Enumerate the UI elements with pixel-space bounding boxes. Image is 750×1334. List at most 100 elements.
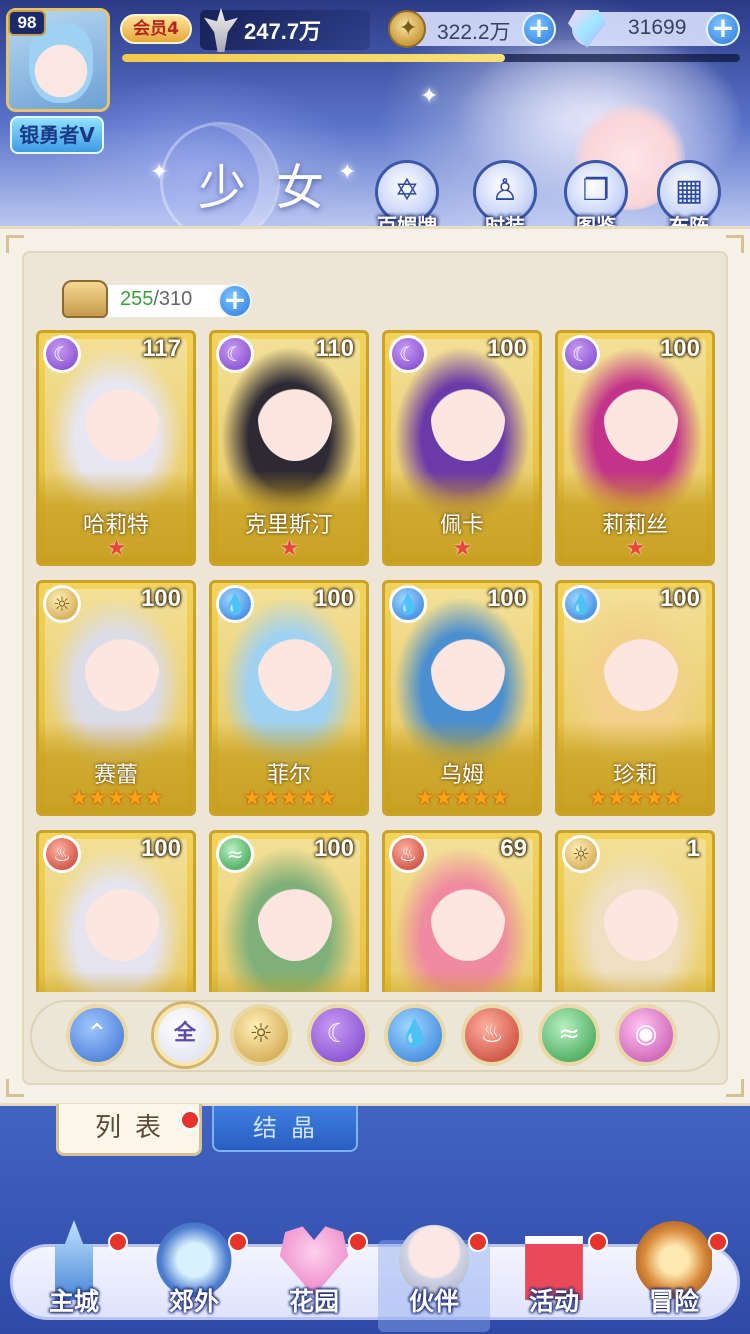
nav-item-partner[interactable]: 伙伴 bbox=[374, 1220, 494, 1332]
sun-element-icon: ☼ bbox=[43, 585, 81, 623]
partner-stars: ★★★★★ bbox=[242, 786, 337, 811]
partner-level: 100 bbox=[659, 335, 700, 362]
partner-stars: ★ bbox=[452, 536, 473, 561]
notification-dot bbox=[348, 1232, 368, 1252]
exp-bar-fill bbox=[122, 54, 506, 62]
nav-label: 花园 bbox=[288, 1287, 339, 1316]
expand-collection-button[interactable]: + bbox=[218, 284, 252, 318]
filter-wind-button[interactable]: ≈ bbox=[538, 1004, 600, 1066]
partner-face bbox=[85, 377, 159, 461]
partner-level: 1 bbox=[686, 835, 700, 862]
nav-label: 主城 bbox=[48, 1287, 99, 1316]
vip-badge[interactable]: 会员4 bbox=[120, 14, 192, 44]
partner-card[interactable]: ☾ 100 佩卡 ★ bbox=[382, 330, 542, 566]
partner-card[interactable]: ♨ 100 bbox=[36, 830, 196, 992]
player-level: 98 bbox=[8, 10, 46, 36]
card-name-band bbox=[212, 971, 366, 992]
partner-card[interactable]: ☼ 100 赛蕾 ★★★★★ bbox=[36, 580, 196, 816]
partner-face bbox=[431, 627, 505, 711]
partner-card[interactable]: ☾ 117 哈莉特 ★ bbox=[36, 330, 196, 566]
water-element-icon: 💧 bbox=[389, 585, 427, 623]
partner-stars: ★★★★★ bbox=[415, 786, 510, 811]
add-diamond-button[interactable]: + bbox=[706, 12, 740, 46]
tab-list[interactable]: 列表 bbox=[56, 1104, 202, 1156]
card-name-band bbox=[558, 971, 712, 992]
filter-planet-button[interactable]: ◉ bbox=[615, 1004, 677, 1066]
nav-label: 冒险 bbox=[648, 1287, 699, 1316]
partner-name: 莉莉丝 bbox=[601, 513, 668, 538]
partner-card[interactable]: 💧 100 菲尔 ★★★★★ bbox=[209, 580, 369, 816]
sparkle-icon: ✦ bbox=[150, 160, 169, 185]
partner-name: 哈莉特 bbox=[82, 513, 149, 538]
moon-element-icon: ☾ bbox=[389, 335, 427, 373]
partner-face bbox=[258, 877, 332, 961]
add-gold-button[interactable]: + bbox=[522, 12, 556, 46]
tab-crystal[interactable]: 结晶 bbox=[212, 1106, 358, 1152]
partner-card[interactable]: ♨ 69 bbox=[382, 830, 542, 992]
notification-dot bbox=[228, 1232, 248, 1252]
moon-element-icon: ☾ bbox=[43, 335, 81, 373]
partner-face bbox=[431, 877, 505, 961]
filter-water-button[interactable]: 💧 bbox=[384, 1004, 446, 1066]
sort-up-button[interactable]: ⌃ bbox=[66, 1004, 128, 1066]
corner-ornament bbox=[726, 235, 744, 253]
fire-element-icon: ♨ bbox=[43, 835, 81, 873]
partner-stars: ★ bbox=[106, 536, 127, 561]
notification-dot bbox=[708, 1232, 728, 1252]
nav-item-gift[interactable]: 活动 bbox=[494, 1220, 614, 1330]
filter-all-button[interactable]: 全 bbox=[154, 1004, 216, 1066]
partner-face bbox=[604, 377, 678, 461]
partner-level: 100 bbox=[140, 585, 181, 612]
partner-name: 珍莉 bbox=[612, 763, 657, 788]
filter-moon-button[interactable]: ☾ bbox=[307, 1004, 369, 1066]
water-element-icon: 💧 bbox=[562, 585, 600, 623]
partner-face bbox=[85, 627, 159, 711]
water-element-icon: 💧 bbox=[216, 585, 254, 623]
sun-element-icon: ☼ bbox=[562, 835, 600, 873]
partner-face bbox=[85, 877, 159, 961]
partner-card[interactable]: 💧 100 珍莉 ★★★★★ bbox=[555, 580, 715, 816]
player-title-badge[interactable]: 银勇者V bbox=[10, 116, 104, 154]
sparkle-icon: ✦ bbox=[420, 84, 439, 109]
nav-item-compass[interactable]: 冒险 bbox=[614, 1220, 734, 1330]
partner-card[interactable]: ☼ 1 bbox=[555, 830, 715, 992]
chest-icon bbox=[62, 280, 108, 318]
corner-ornament bbox=[6, 1079, 24, 1097]
notification-dot bbox=[468, 1232, 488, 1252]
partner-face bbox=[604, 877, 678, 961]
partner-name: 乌姆 bbox=[439, 763, 484, 788]
partner-card[interactable]: ≈100 bbox=[209, 830, 369, 992]
nav-item-castle[interactable]: 主城 bbox=[14, 1220, 134, 1330]
partner-card[interactable]: ☾ 100 莉莉丝 ★ bbox=[555, 330, 715, 566]
card-name-band bbox=[39, 971, 193, 992]
notification-dot bbox=[108, 1232, 128, 1252]
partner-level: 69 bbox=[500, 835, 527, 862]
card-name-band bbox=[385, 971, 539, 992]
partner-level: 100 bbox=[313, 585, 354, 612]
collection-current: 255 bbox=[120, 288, 154, 310]
nav-item-portal[interactable]: 郊外 bbox=[134, 1220, 254, 1330]
corner-ornament bbox=[726, 1079, 744, 1097]
partner-card[interactable]: 💧 100 乌姆 ★★★★★ bbox=[382, 580, 542, 816]
filter-fire-button[interactable]: ♨ bbox=[461, 1004, 523, 1066]
partner-level: 117 bbox=[142, 335, 181, 362]
partner-level: 100 bbox=[486, 335, 527, 362]
moon-element-icon: ☾ bbox=[562, 335, 600, 373]
partner-name: 佩卡 bbox=[439, 513, 484, 538]
diamond-value: 31699 bbox=[628, 16, 687, 39]
partner-level: 100 bbox=[313, 835, 354, 862]
exp-bar bbox=[122, 54, 740, 62]
partner-stars: ★★★★★ bbox=[588, 786, 683, 811]
nav-label: 伙伴 bbox=[408, 1287, 459, 1316]
corner-ornament bbox=[6, 235, 24, 253]
collection-count: 255/310 bbox=[120, 288, 192, 311]
partner-level: 100 bbox=[486, 585, 527, 612]
partner-card[interactable]: ☾ 110 克里斯汀 ★ bbox=[209, 330, 369, 566]
gold-coin-icon bbox=[388, 10, 426, 48]
partner-level: 100 bbox=[140, 835, 181, 862]
nav-item-heart[interactable]: 花园 bbox=[254, 1220, 374, 1330]
moon-element-icon: ☾ bbox=[216, 335, 254, 373]
partner-face bbox=[431, 377, 505, 461]
filter-sun-button[interactable]: ☼ bbox=[230, 1004, 292, 1066]
partner-name: 菲尔 bbox=[266, 763, 311, 788]
